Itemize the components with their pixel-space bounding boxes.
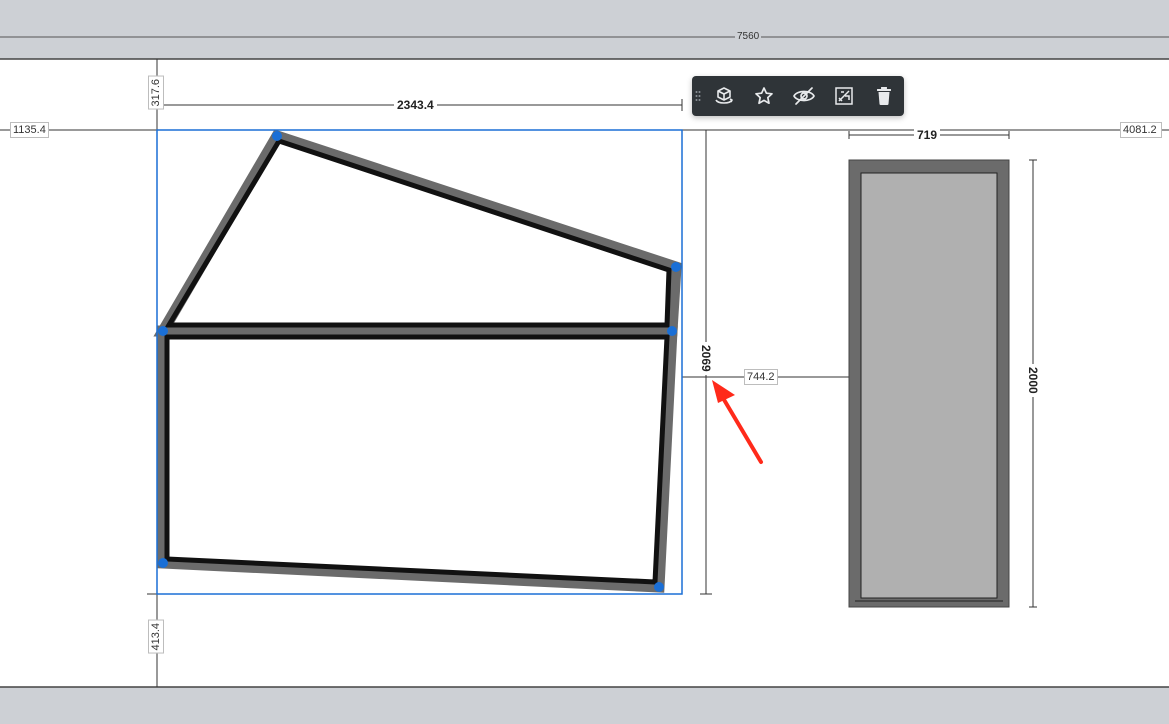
trash-icon <box>877 87 891 105</box>
left-offset-dimension[interactable]: 1135.4 <box>10 122 49 138</box>
rotate-3d-button[interactable] <box>704 76 744 116</box>
top-gap-dimension[interactable]: 317.6 <box>148 76 164 110</box>
vertex-handle[interactable] <box>158 326 168 336</box>
right-offset-dimension[interactable]: 4081.2 <box>1120 122 1162 138</box>
star-icon <box>755 87 773 105</box>
delete-button[interactable] <box>864 76 904 116</box>
hide-button[interactable] <box>784 76 824 116</box>
vertex-handle[interactable] <box>158 558 168 568</box>
door-panel <box>860 172 998 599</box>
favorite-button[interactable] <box>744 76 784 116</box>
door-object[interactable] <box>848 159 1010 608</box>
selection-toolbar <box>692 76 904 116</box>
top-total-dimension: 7560 <box>735 31 762 43</box>
vertex-handle[interactable] <box>671 262 681 272</box>
shape-width-dimension[interactable]: 2343.4 <box>394 98 437 112</box>
replace-button[interactable] <box>824 76 864 116</box>
upper-room-outer <box>153 129 682 337</box>
selected-room-shape[interactable] <box>153 129 682 593</box>
rotate-cube-icon <box>715 87 733 104</box>
gap-dimension[interactable]: 744.2 <box>744 369 778 385</box>
vertex-handle[interactable] <box>654 582 664 592</box>
annotation-arrow <box>712 380 763 464</box>
door-height-dimension: 2000 <box>1026 364 1040 397</box>
vertex-handle[interactable] <box>667 326 677 336</box>
image-replace-icon <box>835 87 853 105</box>
bottom-gap-dimension[interactable]: 413.4 <box>148 620 164 654</box>
shape-height-dimension[interactable]: 2069 <box>699 342 713 375</box>
drag-handle-icon[interactable] <box>692 76 704 116</box>
door-width-dimension: 719 <box>914 128 941 142</box>
drawing-layer <box>0 36 1169 688</box>
vertex-handle[interactable] <box>272 131 282 141</box>
floorplan-canvas[interactable]: 7560 1135.4 4081.2 317.6 413.4 2343.4 20… <box>0 0 1169 724</box>
eye-off-icon <box>793 87 815 105</box>
lower-room-outer <box>157 325 678 593</box>
